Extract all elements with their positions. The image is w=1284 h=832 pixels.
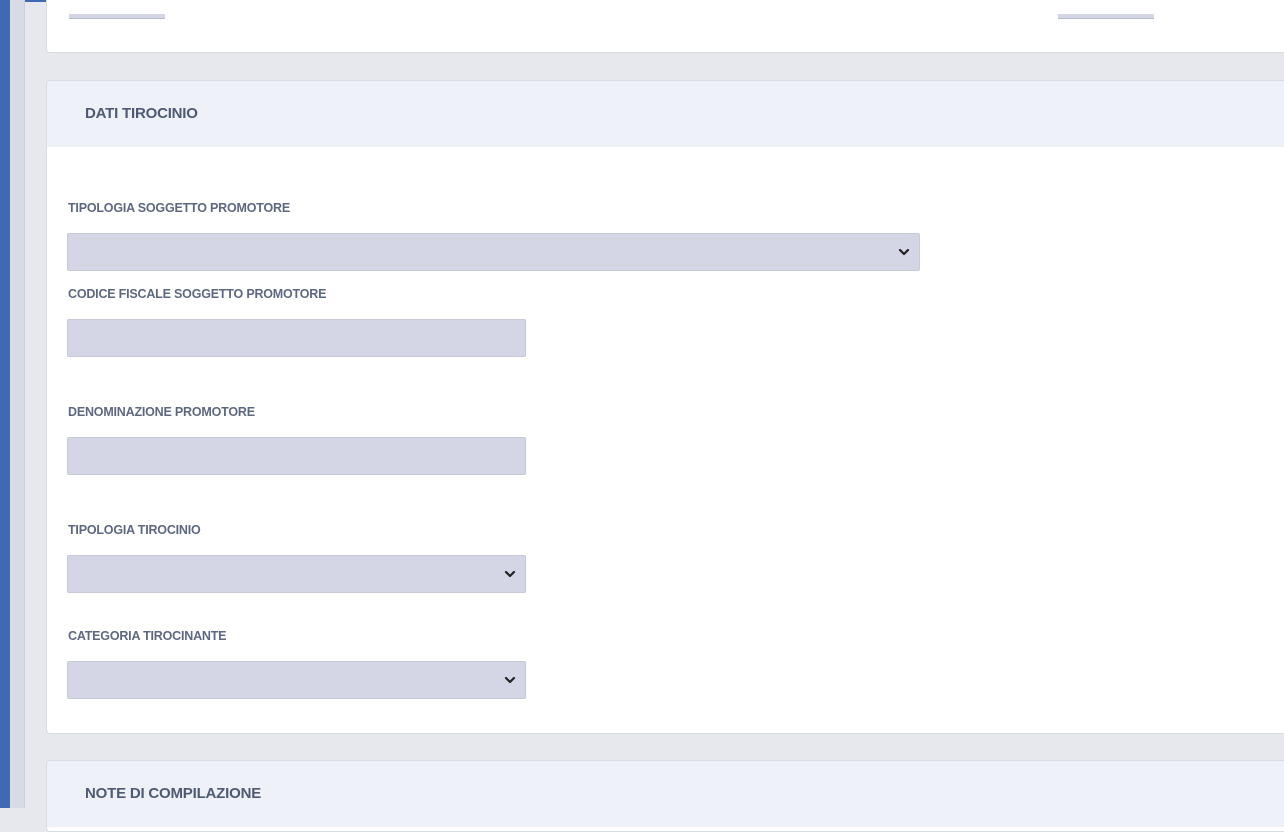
codice-fiscale-soggetto-promotore-label: CODICE FISCALE SOGGETTO PROMOTORE — [68, 287, 327, 301]
section-title: NOTE DI COMPILAZIONE — [85, 785, 262, 802]
categoria-tirocinante-select[interactable] — [67, 661, 526, 699]
denominazione-promotore-label: DENOMINAZIONE PROMOTORE — [68, 405, 255, 419]
card-header: DATI TIROCINIO — [47, 81, 1284, 147]
tipologia-soggetto-promotore-select[interactable] — [67, 233, 920, 271]
previous-field-stub[interactable] — [1058, 14, 1154, 19]
categoria-tirocinante-label: CATEGORIA TIROCINANTE — [68, 629, 227, 643]
page-content: DATI TIROCINIO TIPOLOGIA SOGGETTO PROMOT… — [25, 0, 1284, 832]
tipologia-tirocinio-select[interactable] — [67, 555, 526, 593]
tipologia-tirocinio-label: TIPOLOGIA TIROCINIO — [68, 523, 201, 537]
note-di-compilazione-card: NOTE DI COMPILAZIONE — [46, 760, 1284, 832]
denominazione-promotore-input[interactable] — [67, 437, 526, 475]
side-gutter — [10, 0, 25, 808]
previous-section-card — [46, 0, 1284, 53]
chevron-down-icon — [504, 570, 516, 578]
tipologia-soggetto-promotore-label: TIPOLOGIA SOGGETTO PROMOTORE — [68, 201, 290, 215]
section-title: DATI TIROCINIO — [85, 105, 198, 122]
card-header: NOTE DI COMPILAZIONE — [47, 761, 1284, 827]
window-frame-left — [0, 0, 10, 808]
previous-field-stub[interactable] — [69, 14, 165, 19]
codice-fiscale-soggetto-promotore-input[interactable] — [67, 319, 526, 357]
dati-tirocinio-card: DATI TIROCINIO TIPOLOGIA SOGGETTO PROMOT… — [46, 80, 1284, 734]
chevron-down-icon — [898, 248, 910, 256]
chevron-down-icon — [504, 676, 516, 684]
